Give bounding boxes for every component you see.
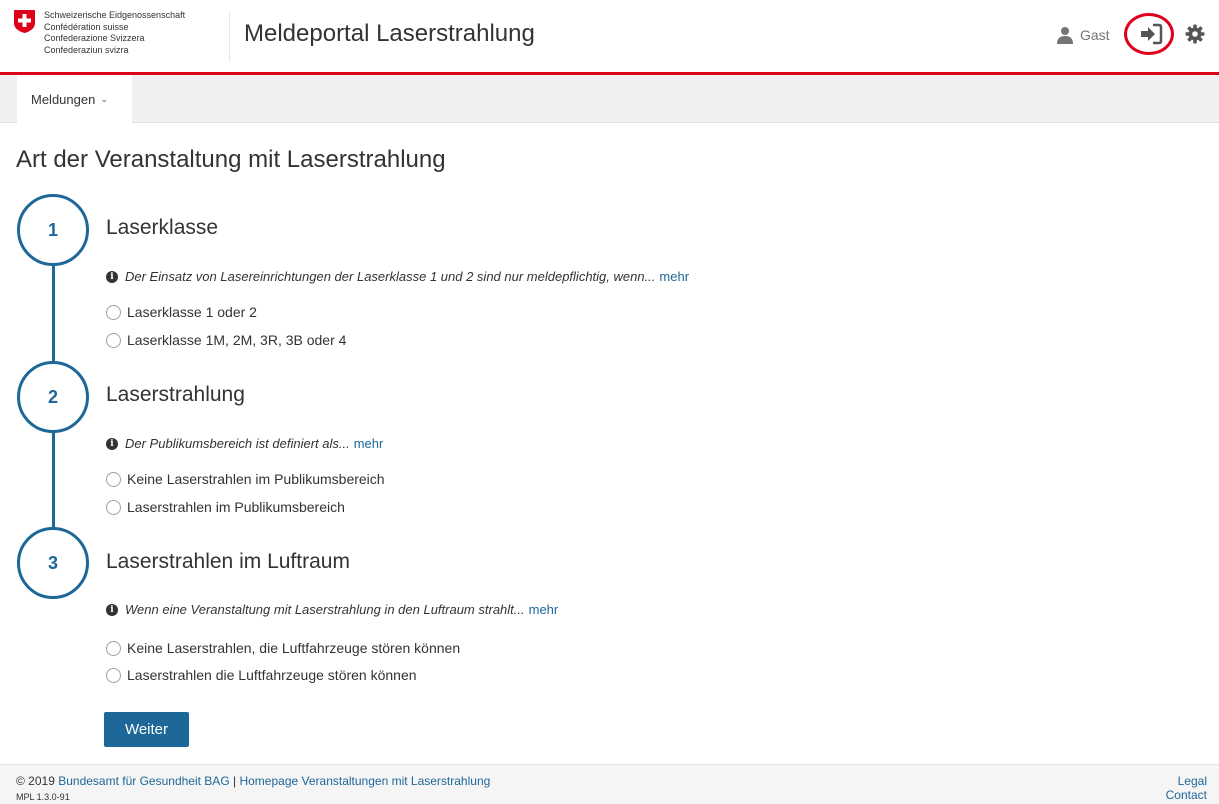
step-1-more-link[interactable]: mehr bbox=[659, 269, 689, 284]
step-connector-line bbox=[52, 266, 55, 362]
step-2-info-text: Der Publikumsbereich ist definiert als..… bbox=[125, 436, 350, 451]
step-connector-line bbox=[52, 433, 55, 529]
contact-link[interactable]: Contact bbox=[1166, 788, 1207, 802]
step-number: 1 bbox=[47, 219, 58, 240]
radio-keine-laserstrahlen-luftfahrzeuge[interactable]: Keine Laserstrahlen, die Luftfahrzeuge s… bbox=[106, 640, 460, 656]
radio-label: Laserstrahlen die Luftfahrzeuge stören k… bbox=[127, 667, 417, 683]
next-button[interactable]: Weiter bbox=[104, 712, 189, 747]
logo-line-fr: Confédération suisse bbox=[44, 21, 129, 32]
info-icon: i bbox=[106, 603, 118, 616]
user-name: Gast bbox=[1080, 27, 1110, 43]
radio-button[interactable] bbox=[106, 499, 121, 515]
radio-button[interactable] bbox=[106, 304, 121, 320]
step-2-circle: 2 bbox=[17, 361, 89, 433]
footer-links: Legal Contact bbox=[1166, 774, 1207, 802]
nav-menu-meldungen[interactable]: Meldungen ⌄ bbox=[17, 75, 132, 123]
info-icon: i bbox=[106, 270, 118, 283]
step-2-info: i Der Publikumsbereich ist definiert als… bbox=[106, 436, 383, 451]
radio-button[interactable] bbox=[106, 471, 121, 487]
confederation-logo-text: Schweizerische Eidgenossenschaft Confédé… bbox=[44, 10, 185, 56]
footer-separator: | bbox=[233, 774, 237, 788]
step-1-circle: 1 bbox=[17, 194, 89, 266]
radio-label: Laserklasse 1 oder 2 bbox=[127, 304, 257, 320]
step-3-more-link[interactable]: mehr bbox=[529, 602, 559, 617]
logo-line-it: Confederazione Svizzera bbox=[44, 33, 145, 43]
chevron-down-icon: ⌄ bbox=[100, 93, 108, 104]
step-3-info: i Wenn eine Veranstaltung mit Laserstrah… bbox=[106, 602, 558, 617]
user-menu[interactable]: Gast bbox=[1056, 24, 1110, 46]
sign-in-icon[interactable] bbox=[1139, 23, 1163, 45]
copyright-text: © 2019 bbox=[16, 774, 55, 788]
radio-label: Keine Laserstrahlen, die Luftfahrzeuge s… bbox=[127, 640, 461, 656]
step-1-title: Laserklasse bbox=[106, 216, 219, 239]
radio-laserklasse-1-2[interactable]: Laserklasse 1 oder 2 bbox=[106, 304, 257, 320]
radio-label: Keine Laserstrahlen im Publikumsbereich bbox=[127, 471, 385, 487]
radio-laserklasse-1m-4[interactable]: Laserklasse 1M, 2M, 3R, 3B oder 4 bbox=[106, 332, 346, 348]
step-1-info-text: Der Einsatz von Lasereinrichtungen der L… bbox=[125, 269, 656, 284]
main-nav: Meldungen ⌄ bbox=[0, 75, 1219, 123]
radio-label: Laserstrahlen im Publikumsbereich bbox=[127, 499, 345, 515]
radio-button[interactable] bbox=[106, 667, 121, 683]
info-icon: i bbox=[106, 437, 118, 450]
step-number: 2 bbox=[47, 386, 58, 407]
radio-label: Laserklasse 1M, 2M, 3R, 3B oder 4 bbox=[127, 332, 347, 348]
swiss-cross-logo-icon bbox=[14, 10, 35, 33]
step-3-circle: 3 bbox=[17, 527, 89, 599]
logo-line-de: Schweizerische Eidgenossenschaft bbox=[44, 10, 186, 20]
step-3-title: Laserstrahlen im Luftraum bbox=[106, 550, 350, 573]
footer-copyright-line: © 2019 Bundesamt für Gesundheit BAG | Ho… bbox=[16, 774, 490, 788]
header: Schweizerische Eidgenossenschaft Confédé… bbox=[0, 0, 1219, 72]
radio-button[interactable] bbox=[106, 640, 121, 656]
version-label: MPL 1.3.0-91 bbox=[16, 792, 70, 802]
radio-laserstrahlen-luftfahrzeuge[interactable]: Laserstrahlen die Luftfahrzeuge stören k… bbox=[106, 667, 417, 683]
radio-laserstrahlen-publikum[interactable]: Laserstrahlen im Publikumsbereich bbox=[106, 499, 345, 515]
step-3-info-text: Wenn eine Veranstaltung mit Laserstrahlu… bbox=[125, 602, 525, 617]
radio-keine-laserstrahlen-publikum[interactable]: Keine Laserstrahlen im Publikumsbereich bbox=[106, 471, 385, 487]
logo-line-rm: Confederaziun svizra bbox=[44, 44, 129, 55]
bag-link[interactable]: Bundesamt für Gesundheit BAG bbox=[58, 774, 229, 788]
footer: © 2019 Bundesamt für Gesundheit BAG | Ho… bbox=[0, 764, 1219, 804]
step-number: 3 bbox=[47, 552, 58, 573]
gear-icon[interactable] bbox=[1185, 24, 1205, 44]
app-title: Meldeportal Laserstrahlung bbox=[244, 20, 535, 47]
user-icon bbox=[1057, 27, 1073, 44]
step-1-info: i Der Einsatz von Lasereinrichtungen der… bbox=[106, 269, 689, 284]
step-2-title: Laserstrahlung bbox=[106, 383, 245, 406]
radio-button[interactable] bbox=[106, 332, 121, 348]
legal-link[interactable]: Legal bbox=[1166, 774, 1207, 788]
step-2-more-link[interactable]: mehr bbox=[354, 436, 384, 451]
header-divider bbox=[229, 12, 230, 62]
page-title: Art der Veranstaltung mit Laserstrahlung bbox=[16, 146, 446, 173]
homepage-link[interactable]: Homepage Veranstaltungen mit Laserstrahl… bbox=[239, 774, 490, 788]
nav-menu-label: Meldungen bbox=[31, 91, 96, 107]
